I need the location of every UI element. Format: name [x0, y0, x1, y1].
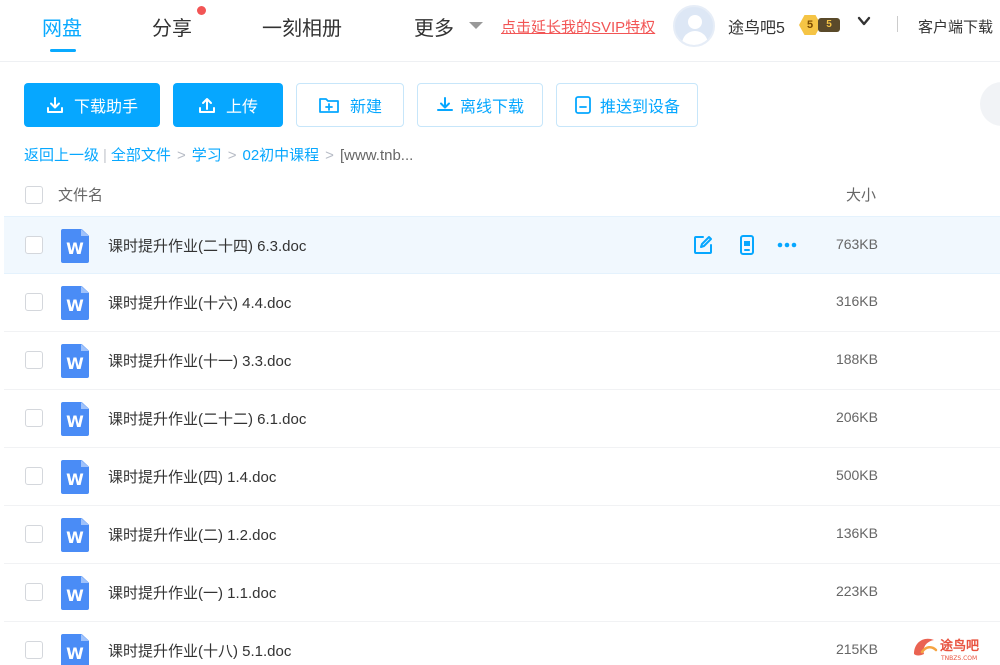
breadcrumb-back-link[interactable]: 返回上一级 — [24, 147, 99, 164]
file-name[interactable]: 课时提升作业(十一) 3.3.doc — [108, 350, 291, 371]
upload-label: 上传 — [225, 99, 258, 116]
file-name[interactable]: 课时提升作业(十六) 4.4.doc — [108, 292, 291, 313]
breadcrumb-current: [www.tnb... — [339, 147, 414, 164]
file-size: 136KB — [835, 525, 878, 541]
column-header-size[interactable]: 大小 — [846, 184, 876, 205]
row-checkbox[interactable] — [25, 583, 43, 601]
column-header-name[interactable]: 文件名 — [58, 184, 103, 205]
row-checkbox[interactable] — [25, 467, 43, 485]
file-size: 500KB — [835, 467, 878, 483]
file-name[interactable]: 课时提升作业(二) 1.2.doc — [108, 524, 276, 545]
file-row[interactable]: W 课时提升作业(四) 1.4.doc 500KB — [4, 448, 1000, 506]
file-name[interactable]: 课时提升作业(十八) 5.1.doc — [108, 640, 291, 661]
watermark-text: 途鸟吧 — [940, 638, 979, 654]
word-doc-icon: W — [61, 576, 89, 610]
file-row[interactable]: W 课时提升作业(十一) 3.3.doc 188KB — [4, 332, 1000, 390]
file-size: 206KB — [835, 409, 878, 425]
file-size: 215KB — [835, 641, 878, 657]
upload-icon — [198, 98, 215, 113]
notification-dot — [197, 6, 206, 15]
breadcrumb-all-files[interactable]: 全部文件 — [111, 147, 171, 164]
file-list-header: 文件名 大小 — [0, 171, 1000, 217]
nav-tab-more[interactable]: 更多 — [414, 12, 454, 41]
push-to-device-button[interactable]: 推送到设备 — [556, 83, 698, 127]
device-icon — [575, 96, 591, 114]
breadcrumb-separator: > — [325, 147, 334, 164]
new-folder-icon — [319, 98, 339, 113]
offline-download-button[interactable]: 离线下载 — [417, 83, 543, 127]
file-size: 223KB — [835, 583, 878, 599]
push-device-label: 推送到设备 — [599, 99, 680, 116]
username[interactable]: 途鸟吧5 — [728, 14, 785, 38]
breadcrumb-study[interactable]: 学习 — [192, 147, 222, 164]
row-checkbox[interactable] — [25, 351, 43, 369]
file-name[interactable]: 课时提升作业(四) 1.4.doc — [108, 466, 276, 487]
watermark-logo: 途鸟吧 TNBZS.COM — [914, 638, 979, 662]
row-checkbox[interactable] — [25, 641, 43, 659]
word-doc-icon: W — [61, 402, 89, 436]
svip-extend-link[interactable]: 点击延长我的SVIP特权 — [501, 16, 655, 37]
nav-tab-netdisk[interactable]: 网盘 — [42, 12, 82, 41]
breadcrumb-junior-course[interactable]: 02初中课程 — [242, 147, 319, 164]
file-row[interactable]: W 课时提升作业(十六) 4.4.doc 316KB — [4, 274, 1000, 332]
more-options-icon[interactable] — [776, 234, 798, 256]
breadcrumb-separator: > — [176, 147, 186, 164]
row-checkbox[interactable] — [25, 236, 43, 254]
row-checkbox[interactable] — [25, 525, 43, 543]
download-helper-label: 下载助手 — [73, 99, 138, 116]
file-row[interactable]: W 课时提升作业(二十二) 6.1.doc 206KB — [4, 390, 1000, 448]
breadcrumb-separator: > — [227, 147, 237, 164]
file-row[interactable]: W 课时提升作业(二十四) 6.3.doc 763KB — [4, 216, 1000, 274]
download-helper-button[interactable]: 下载助手 — [24, 83, 160, 127]
nav-tab-share[interactable]: 分享 — [152, 12, 192, 41]
word-doc-icon: W — [61, 460, 89, 494]
watermark-subtext: TNBZS.COM — [940, 655, 977, 662]
breadcrumb-divider: | — [103, 147, 107, 164]
divider — [897, 16, 898, 32]
client-download-link[interactable]: 客户端下载 — [918, 16, 993, 37]
offline-download-icon — [436, 97, 453, 111]
row-checkbox[interactable] — [25, 293, 43, 311]
file-row[interactable]: W 课时提升作业(二) 1.2.doc 136KB — [4, 506, 1000, 564]
word-doc-icon: W — [61, 229, 89, 263]
file-name[interactable]: 课时提升作业(二十二) 6.1.doc — [108, 408, 306, 429]
offline-download-label: 离线下载 — [459, 99, 524, 116]
phone-device-icon[interactable] — [736, 234, 758, 256]
file-name[interactable]: 课时提升作业(一) 1.1.doc — [108, 582, 276, 603]
word-doc-icon: W — [61, 518, 89, 552]
file-size: 763KB — [835, 236, 878, 252]
new-label: 新建 — [349, 99, 382, 116]
active-tab-indicator — [50, 49, 76, 52]
top-navigation-bar: 网盘 分享 一刻相册 更多 点击延长我的SVIP特权 途鸟吧5 5 5 客户端下… — [0, 0, 1000, 62]
chevron-down-icon[interactable] — [857, 14, 871, 28]
row-checkbox[interactable] — [25, 409, 43, 427]
breadcrumb: 返回上一级 | 全部文件 > 学习 >02初中课程 > [www.tnb... — [24, 144, 413, 165]
file-size: 316KB — [835, 293, 878, 309]
file-name[interactable]: 课时提升作业(二十四) 6.3.doc — [108, 235, 306, 256]
download-icon — [46, 97, 63, 113]
file-row[interactable]: W 课时提升作业(十八) 5.1.doc 215KB — [4, 622, 1000, 665]
word-doc-icon: W — [61, 344, 89, 378]
avatar[interactable] — [673, 5, 715, 47]
settings-button[interactable] — [980, 82, 1000, 126]
file-size: 188KB — [835, 351, 878, 367]
edit-icon[interactable] — [692, 234, 714, 256]
nav-tab-album[interactable]: 一刻相册 — [262, 12, 342, 41]
word-doc-icon: W — [61, 286, 89, 320]
word-doc-icon: W — [61, 634, 89, 665]
vip-level-badge: 5 5 — [799, 15, 841, 35]
new-folder-button[interactable]: 新建 — [296, 83, 404, 127]
file-row[interactable]: W 课时提升作业(一) 1.1.doc 223KB — [4, 564, 1000, 622]
caret-down-icon[interactable] — [469, 22, 483, 29]
upload-button[interactable]: 上传 — [173, 83, 283, 127]
select-all-checkbox[interactable] — [25, 186, 43, 204]
